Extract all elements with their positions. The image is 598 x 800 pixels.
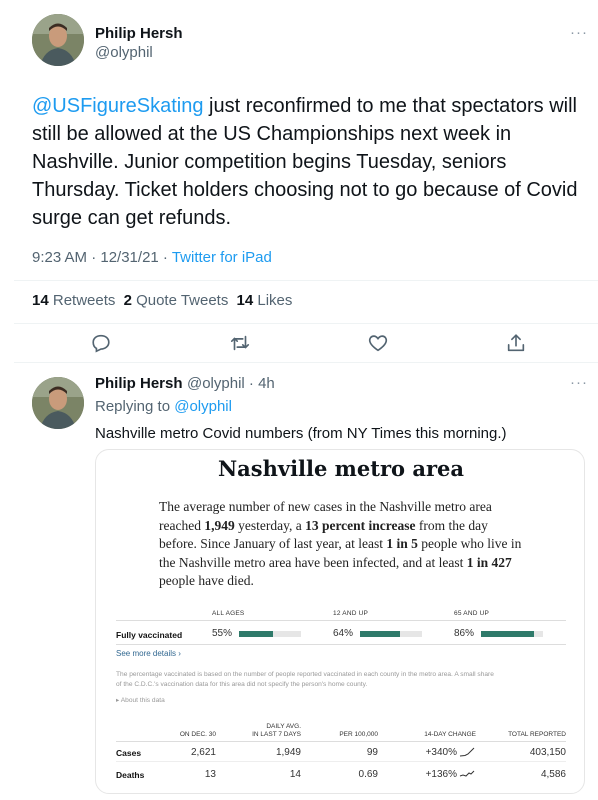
table-cell: 1,949 (275, 747, 301, 758)
table-row-label-cases: Cases (116, 748, 142, 758)
avatar-image (32, 14, 84, 66)
cases-trend-sparkline (459, 747, 475, 757)
card-paragraph: The average number of new cases in the N… (159, 499, 522, 588)
replying-to-link[interactable]: @olyphil (174, 398, 232, 415)
replying-to: Replying to @olyphil (95, 398, 232, 415)
table-header-change: 14-DAY CHANGE (424, 731, 476, 738)
about-data-link[interactable]: ▸ About this data (116, 696, 165, 706)
table-cell: 403,150 (529, 747, 566, 758)
vacc-top-rule (116, 620, 566, 621)
vacc-footnote: The percentage vaccinated is based on th… (116, 671, 494, 688)
table-cell: +136% (425, 769, 457, 780)
reply-author-name[interactable]: Philip Hersh (95, 375, 183, 392)
reply-author-avatar[interactable] (32, 377, 84, 429)
table-cell: 99 (366, 747, 378, 758)
embedded-image-card[interactable]: Nashville metro area The average number … (95, 449, 585, 794)
table-header-avg: DAILY AVG. IN LAST 7 DAYS (252, 723, 301, 738)
tweet-text: @USFigureSkating just reconfirmed to me … (32, 92, 592, 232)
author-handle[interactable]: @olyphil (95, 44, 153, 61)
vacc-bottom-rule (116, 644, 566, 645)
vacc-header-12: 12 AND UP (333, 610, 369, 617)
tweet-timestamp[interactable]: 9:23 AM · 12/31/21 · (32, 249, 172, 266)
share-icon[interactable] (505, 332, 529, 356)
vacc-value-65: 86% (454, 628, 475, 639)
vacc-bar-fill (360, 631, 400, 637)
vacc-header-all: ALL AGES (212, 610, 245, 617)
table-cell: 0.69 (358, 769, 378, 780)
like-icon[interactable] (367, 332, 391, 356)
mention-link[interactable]: @USFigureSkating (32, 95, 203, 117)
table-cell: 2,621 (190, 747, 216, 758)
reply-more-menu-icon[interactable]: ··· (570, 374, 588, 391)
reply-header: Philip Hersh @olyphil · 4h (95, 375, 275, 393)
vacc-bar-all (239, 631, 301, 637)
retweet-icon[interactable] (229, 332, 253, 356)
vacc-bar-12 (360, 631, 422, 637)
divider (14, 362, 598, 363)
quotes-stat[interactable]: 2 Quote Tweets (124, 292, 229, 309)
vacc-bar-fill (481, 631, 535, 637)
divider (14, 323, 598, 324)
vacc-value-all: 55% (212, 628, 233, 639)
table-header-rule (116, 741, 566, 742)
tweet-stats: 14 Retweets 2 Quote Tweets 14 Likes (32, 292, 292, 309)
reply-icon[interactable] (90, 332, 114, 356)
divider (14, 280, 598, 281)
table-cell: +340% (425, 747, 457, 758)
vacc-row-label: Fully vaccinated (116, 630, 183, 640)
table-row-rule (116, 761, 566, 762)
tweet-source-link[interactable]: Twitter for iPad (172, 249, 272, 266)
table-header-total: TOTAL REPORTED (508, 731, 566, 738)
table-cell: 14 (289, 769, 301, 780)
vacc-bar-fill (239, 631, 274, 637)
reply-author-handle[interactable]: @olyphil · 4h (187, 375, 275, 392)
table-row-label-deaths: Deaths (116, 770, 145, 780)
tweet-meta: 9:23 AM · 12/31/21 · Twitter for iPad (32, 249, 272, 266)
card-title: Nashville metro area (217, 456, 464, 481)
likes-stat[interactable]: 14 Likes (237, 292, 293, 309)
table-header-per100k: PER 100,000 (339, 731, 378, 738)
table-cell: 13 (204, 769, 216, 780)
vacc-value-12: 64% (333, 628, 354, 639)
table-cell: 4,586 (540, 769, 566, 780)
deaths-trend-sparkline (459, 770, 475, 777)
author-name[interactable]: Philip Hersh (95, 25, 183, 42)
vacc-bar-65 (481, 631, 543, 637)
retweets-stat[interactable]: 14 Retweets (32, 292, 115, 309)
see-more-details-link[interactable]: See more details › (116, 649, 181, 658)
author-avatar[interactable] (32, 14, 84, 66)
reply-text: Nashville metro Covid numbers (from NY T… (95, 425, 507, 442)
avatar-image (32, 377, 84, 429)
vacc-header-65: 65 AND UP (454, 610, 490, 617)
more-menu-icon[interactable]: ··· (570, 24, 588, 41)
table-header-day: ON DEC. 30 (179, 731, 216, 738)
